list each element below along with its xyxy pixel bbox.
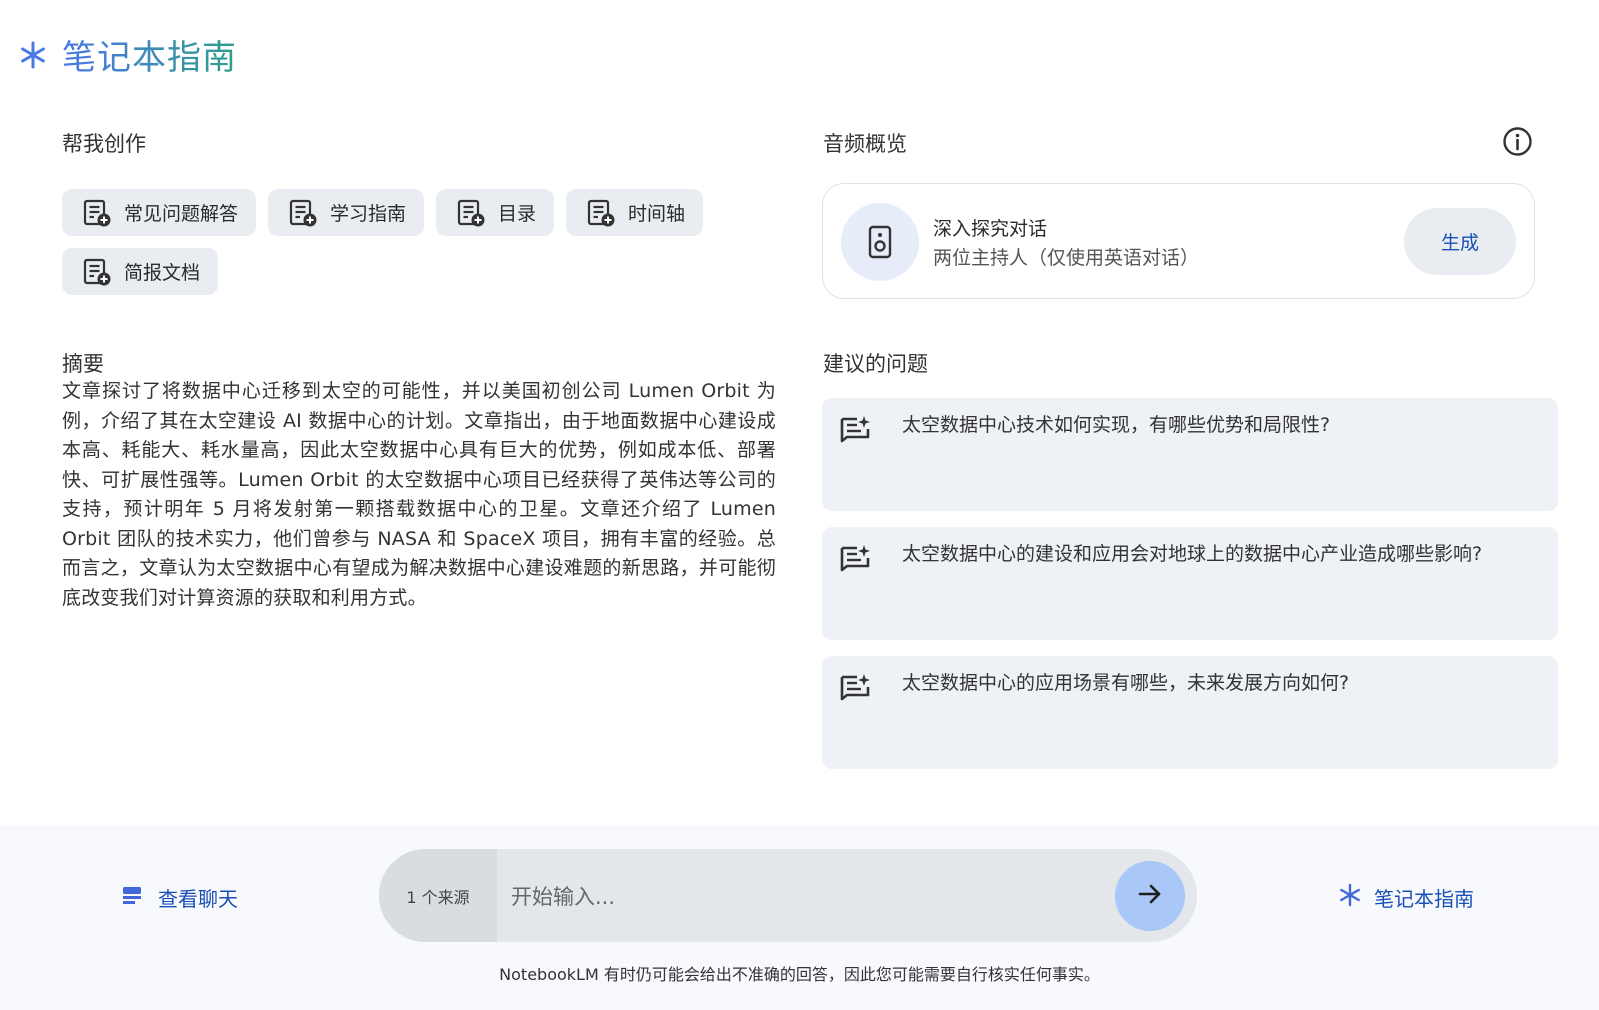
chip-label: 时间轴 <box>628 203 686 225</box>
spark-icon <box>18 40 48 70</box>
source-count-chip[interactable]: 1 个来源 <box>379 849 497 942</box>
page-title: 笔记本指南 <box>62 30 237 79</box>
chat-input-bar: 1 个来源 <box>379 849 1197 942</box>
study-guide-chip[interactable]: 学习指南 <box>268 189 425 236</box>
audio-card-subtitle: 两位主持人（仅使用英语对话） <box>933 247 1200 269</box>
question-text: 太空数据中心技术如何实现，有哪些优势和局限性? <box>902 414 1331 436</box>
suggested-question[interactable]: 太空数据中心的建设和应用会对地球上的数据中心产业造成哪些影响? <box>822 527 1558 640</box>
view-chat-label: 查看聊天 <box>158 887 238 911</box>
table-of-contents-chip[interactable]: 目录 <box>436 189 555 236</box>
chat-input[interactable] <box>509 849 1103 942</box>
note-add-icon <box>586 198 616 228</box>
page-header: 笔记本指南 <box>18 30 237 79</box>
arrow-right-icon <box>1136 880 1164 912</box>
speaker-icon <box>841 203 919 281</box>
chip-label: 简报文档 <box>124 262 201 284</box>
timeline-chip[interactable]: 时间轴 <box>566 189 704 236</box>
audio-card-title: 深入探究对话 <box>933 218 1048 240</box>
notebook-guide-button[interactable]: 笔记本指南 <box>1338 883 1474 912</box>
generate-button[interactable]: 生成 <box>1404 208 1516 275</box>
chat-spark-icon <box>838 543 872 577</box>
suggested-question[interactable]: 太空数据中心的应用场景有哪些，未来发展方向如何? <box>822 656 1558 769</box>
faq-chip[interactable]: 常见问题解答 <box>62 189 257 236</box>
chip-label: 学习指南 <box>330 203 407 225</box>
footer-bar: 查看聊天 1 个来源 笔记本指南 NotebookLM 有时仍可能会给出不准确的… <box>0 825 1599 1010</box>
chat-spark-icon <box>838 672 872 706</box>
view-chat-button[interactable]: 查看聊天 <box>120 883 238 912</box>
note-add-icon <box>82 257 112 287</box>
help-create-heading: 帮我创作 <box>62 132 146 156</box>
info-icon[interactable] <box>1502 126 1533 157</box>
notebook-guide-page: 笔记本指南 帮我创作 常见问题解答 学习指南 目录 时间轴 简报文档 摘要 文章… <box>0 0 1599 1010</box>
question-text: 太空数据中心的建设和应用会对地球上的数据中心产业造成哪些影响? <box>902 543 1483 565</box>
summary-heading: 摘要 <box>62 352 104 376</box>
chat-spark-icon <box>838 414 872 448</box>
notebook-guide-label: 笔记本指南 <box>1374 887 1474 911</box>
spark-icon <box>1338 883 1362 912</box>
send-button[interactable] <box>1115 861 1185 931</box>
note-add-icon <box>288 198 318 228</box>
chip-label: 目录 <box>498 203 537 225</box>
chat-icon <box>120 883 144 912</box>
chip-label: 常见问题解答 <box>124 203 239 225</box>
audio-overview-heading: 音频概览 <box>823 132 907 156</box>
briefing-doc-chip[interactable]: 简报文档 <box>62 248 219 295</box>
suggested-questions-heading: 建议的问题 <box>823 352 928 376</box>
suggested-question[interactable]: 太空数据中心技术如何实现，有哪些优势和局限性? <box>822 398 1558 511</box>
audio-overview-card: 深入探究对话 两位主持人（仅使用英语对话） 生成 <box>822 183 1535 299</box>
disclaimer-text: NotebookLM 有时仍可能会给出不准确的回答，因此您可能需要自行核实任何事… <box>499 965 1100 984</box>
question-text: 太空数据中心的应用场景有哪些，未来发展方向如何? <box>902 672 1350 694</box>
summary-text: 文章探讨了将数据中心迁移到太空的可能性，并以美国初创公司 Lumen Orbit… <box>62 380 776 609</box>
create-chips: 常见问题解答 学习指南 目录 时间轴 简报文档 <box>62 189 762 295</box>
note-add-icon <box>456 198 486 228</box>
note-add-icon <box>82 198 112 228</box>
